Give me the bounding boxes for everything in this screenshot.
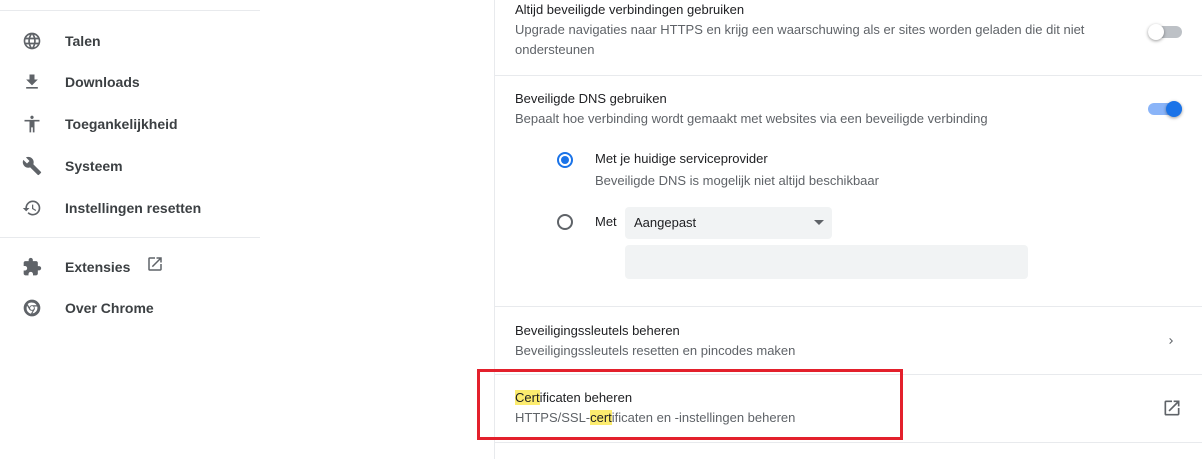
sidebar-item-downloads[interactable]: Downloads xyxy=(0,62,260,102)
subtitle-prefix: HTTPS/SSL- xyxy=(515,410,591,425)
row-subtitle: HTTPS/SSL-certificaten en -instellingen … xyxy=(515,408,795,428)
sidebar-item-label: Instellingen resetten xyxy=(65,200,202,216)
sidebar-item-toegankelijkheid[interactable]: Toegankelijkheid xyxy=(0,104,260,144)
sidebar-divider xyxy=(0,10,260,11)
radio-custom-provider[interactable] xyxy=(557,214,573,230)
radio-current-provider[interactable] xyxy=(557,152,573,168)
search-highlight: cert xyxy=(590,410,612,425)
accessibility-icon xyxy=(22,114,42,134)
row-title: Beveiligde DNS gebruiken xyxy=(515,91,667,106)
sidebar-item-over-chrome[interactable]: Over Chrome xyxy=(0,288,260,328)
settings-sidebar: Talen Downloads Toegankelijkheid Systeem… xyxy=(0,0,260,459)
dns-provider-select[interactable]: Aangepast xyxy=(625,207,832,239)
open-in-new-icon[interactable] xyxy=(1162,398,1182,418)
custom-dns-input[interactable] xyxy=(625,245,1028,279)
chrome-icon xyxy=(22,298,42,318)
secure-dns-toggle[interactable] xyxy=(1148,101,1182,117)
puzzle-icon xyxy=(22,257,42,277)
sidebar-item-label: Systeem xyxy=(65,158,123,174)
restore-icon xyxy=(22,198,42,218)
sidebar-item-label: Extensies xyxy=(65,259,131,275)
wrench-icon xyxy=(22,156,42,176)
sidebar-item-label: Toegankelijkheid xyxy=(65,116,178,132)
sidebar-item-label: Over Chrome xyxy=(65,300,154,316)
sidebar-divider xyxy=(0,237,260,238)
chevron-right-icon[interactable] xyxy=(1165,334,1177,346)
row-subtitle: Beveiligingssleutels resetten en pincode… xyxy=(515,343,796,358)
title-text: ificaten beheren xyxy=(539,390,633,405)
open-in-new-icon[interactable] xyxy=(146,255,164,273)
globe-icon xyxy=(22,31,42,51)
security-settings-card: Altijd beveiligde verbindingen gebruiken… xyxy=(494,0,1202,459)
certificates-row[interactable]: Certificaten beheren HTTPS/SSL-certifica… xyxy=(495,375,1202,442)
dns-provider-value: Aangepast xyxy=(634,215,697,230)
sidebar-item-systeem[interactable]: Systeem xyxy=(0,146,260,186)
sidebar-item-extensies[interactable]: Extensies xyxy=(0,247,260,287)
https-only-toggle[interactable] xyxy=(1148,24,1182,40)
radio-current-provider-sublabel: Beveiligde DNS is mogelijk niet altijd b… xyxy=(595,173,879,188)
sidebar-item-talen[interactable]: Talen xyxy=(0,21,260,61)
radio-custom-provider-label[interactable]: Met xyxy=(595,214,617,229)
row-subtitle: Bepaalt hoe verbinding wordt gemaakt met… xyxy=(515,111,988,126)
row-title: Beveiligingssleutels beheren xyxy=(515,323,680,338)
row-subtitle: Upgrade navigaties naar HTTPS en krijg e… xyxy=(515,22,1085,57)
sidebar-item-instellingen-resetten[interactable]: Instellingen resetten xyxy=(0,188,260,228)
sidebar-item-label: Downloads xyxy=(65,74,140,90)
security-keys-row[interactable]: Beveiligingssleutels beheren Beveiliging… xyxy=(495,307,1202,374)
dropdown-arrow-icon xyxy=(814,220,824,225)
subtitle-text: ificaten en -instellingen beheren xyxy=(611,410,796,425)
download-icon xyxy=(22,72,42,92)
row-title: Certificaten beheren xyxy=(515,390,632,405)
row-divider xyxy=(495,442,1202,443)
row-title: Altijd beveiligde verbindingen gebruiken xyxy=(515,2,745,17)
toggle-knob xyxy=(1148,24,1164,40)
toggle-knob xyxy=(1166,101,1182,117)
https-only-row[interactable]: Altijd beveiligde verbindingen gebruiken… xyxy=(495,0,1202,75)
sidebar-item-label: Talen xyxy=(65,33,101,49)
radio-current-provider-label[interactable]: Met je huidige serviceprovider xyxy=(595,151,768,166)
search-highlight: Cert xyxy=(515,390,540,405)
